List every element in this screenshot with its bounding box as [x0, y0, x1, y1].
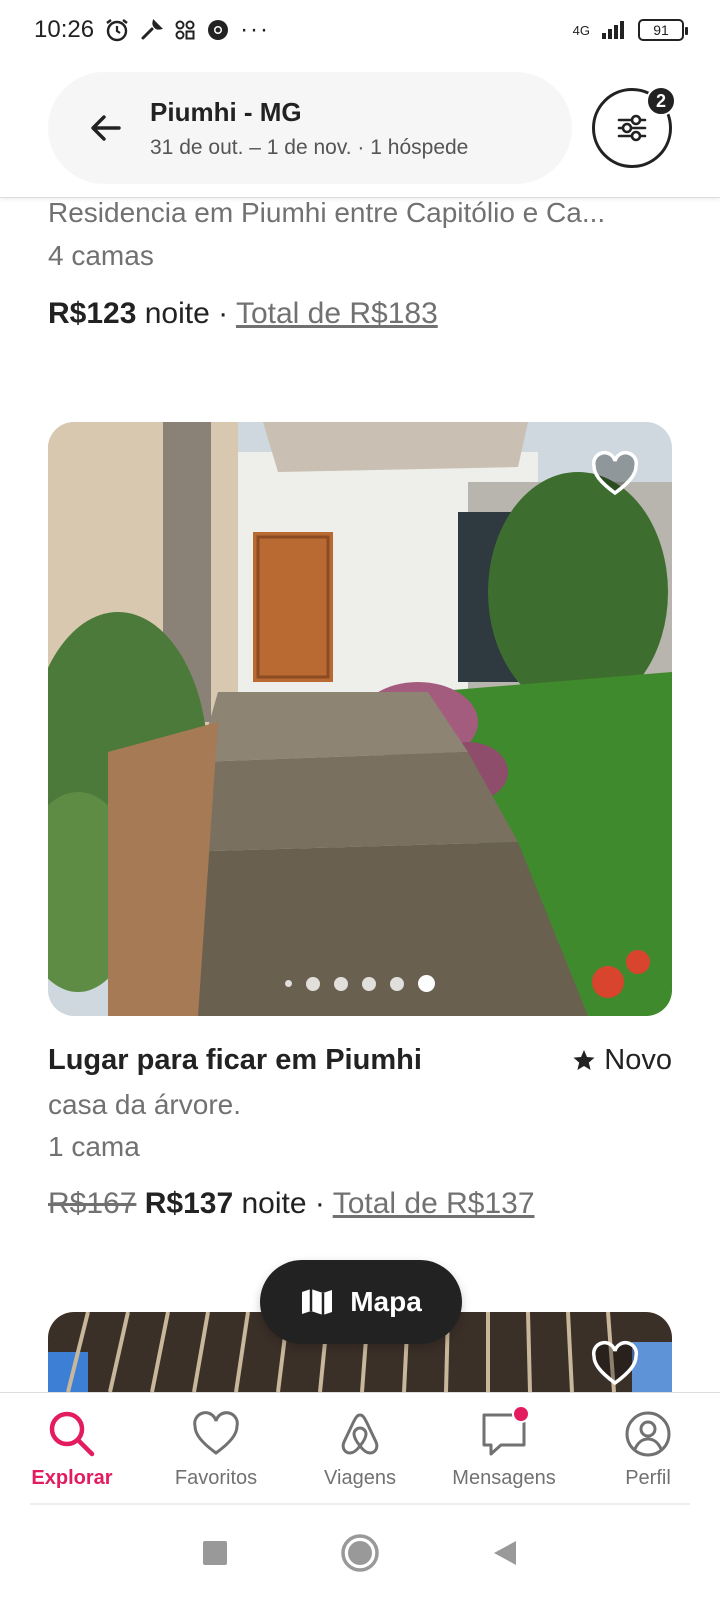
system-nav-bar: [0, 1505, 720, 1600]
nav-label: Favoritos: [174, 1467, 258, 1489]
carousel-dot: [334, 976, 348, 991]
nav-explore[interactable]: Explorar: [0, 1393, 144, 1504]
listing-photo: [48, 422, 672, 1016]
search-summary-pill[interactable]: Piumhi - MG 31 de out. – 1 de nov. · 1 h…: [48, 72, 572, 184]
status-bar: 10:26 ··· 4G 91: [0, 0, 720, 60]
listing-subtitle: Residencia em Piumhi entre Capitólio e C…: [48, 197, 606, 228]
nav-label: Mensagens: [452, 1467, 556, 1489]
status-time: 10:26: [34, 16, 95, 43]
nav-label: Perfil: [625, 1467, 671, 1489]
back-button[interactable]: [76, 98, 136, 158]
listing-title: Lugar para ficar em Piumhi: [48, 1043, 422, 1076]
search-details: 31 de out. – 1 de nov. · 1 hóspede: [150, 135, 469, 159]
app-grid-icon: [174, 19, 196, 41]
carousel-dots: [48, 975, 672, 992]
filter-count-badge: 2: [646, 86, 676, 116]
nav-trips[interactable]: Viagens: [288, 1393, 432, 1504]
sliders-icon: [617, 114, 647, 142]
listing-subtitle: casa da árvore.: [48, 1089, 241, 1120]
notification-dot: [512, 1405, 530, 1423]
bottom-nav: Explorar Favoritos Viagens Mensagens Per…: [0, 1392, 720, 1504]
recents-icon[interactable]: [200, 1538, 230, 1568]
nav-favorites[interactable]: Favoritos: [144, 1393, 288, 1504]
listing-price-unit: noite: [144, 297, 210, 330]
nav-label: Explorar: [31, 1467, 113, 1489]
battery-level: 91: [653, 22, 669, 38]
map-button[interactable]: Mapa: [260, 1260, 462, 1344]
heart-icon: [193, 1411, 239, 1455]
wrench-icon: [140, 18, 164, 42]
alarm-icon: [104, 17, 130, 43]
search-header: Piumhi - MG 31 de out. – 1 de nov. · 1 h…: [0, 60, 720, 198]
rating-label: Novo: [604, 1043, 672, 1076]
listing-price-row: R$123 noite · Total de R$183: [48, 294, 672, 334]
airbnb-logo-icon: [341, 1413, 379, 1455]
battery-icon: 91: [638, 19, 688, 41]
listing-beds: 4 camas: [48, 240, 154, 271]
nav-label: Viagens: [324, 1467, 396, 1489]
listing-price-unit: noite: [241, 1187, 307, 1220]
map-icon: [302, 1289, 333, 1315]
signal-icon: [600, 19, 628, 42]
listing-price: R$137: [144, 1187, 234, 1220]
carousel-dot: [362, 976, 376, 991]
nav-profile[interactable]: Perfil: [576, 1393, 720, 1504]
carousel-dot: [390, 976, 404, 991]
listing-beds: 1 cama: [48, 1131, 140, 1162]
listing-rating: Novo: [572, 1044, 672, 1077]
price-separator: ·: [314, 1187, 325, 1220]
listing-total-link[interactable]: Total de R$183: [236, 297, 438, 330]
listing-price-row: R$167 R$137 noite · Total de R$137: [48, 1184, 672, 1224]
home-icon[interactable]: [340, 1533, 380, 1573]
listing-photo-carousel[interactable]: [48, 422, 672, 1016]
listing-old-price: R$167: [48, 1187, 137, 1220]
search-location: Piumhi - MG: [150, 96, 302, 127]
listing-card-current[interactable]: Lugar para ficar em Piumhi Novo casa da …: [48, 1040, 672, 1224]
carousel-dot: [306, 976, 320, 991]
favorite-heart-icon[interactable]: [590, 450, 640, 500]
back-triangle-icon[interactable]: [490, 1538, 520, 1568]
chrome-icon: [206, 18, 230, 42]
star-icon: [573, 1050, 595, 1070]
listing-card-previous[interactable]: Residencia em Piumhi entre Capitólio e C…: [48, 196, 672, 334]
search-icon: [49, 1411, 95, 1457]
nav-messages[interactable]: Mensagens: [432, 1393, 576, 1504]
carousel-dot: [285, 980, 292, 987]
price-separator: ·: [218, 297, 229, 330]
more-icon: ···: [240, 16, 271, 43]
listing-total-link[interactable]: Total de R$137: [333, 1187, 535, 1220]
arrow-left-icon: [91, 115, 121, 141]
network-type: 4G: [572, 22, 590, 38]
listing-price: R$123: [48, 297, 137, 330]
profile-icon: [625, 1411, 671, 1457]
carousel-dot-active: [418, 975, 435, 992]
favorite-heart-icon[interactable]: [590, 1340, 640, 1390]
map-button-label: Mapa: [350, 1286, 422, 1317]
